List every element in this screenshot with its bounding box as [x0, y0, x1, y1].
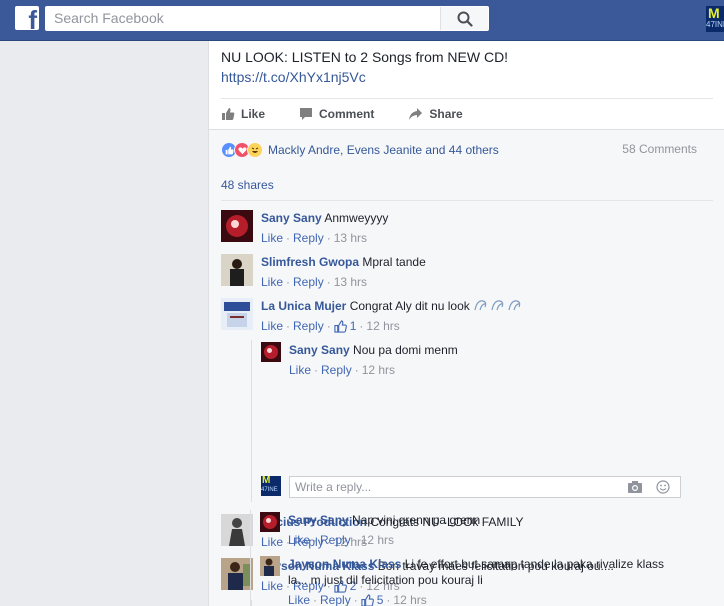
thumbs-up-icon: [334, 319, 347, 333]
thumbs-up-icon: [361, 593, 374, 606]
avatar[interactable]: [221, 514, 253, 546]
post-content: NU LOOK: LISTEN to 2 Songs from NEW CD! …: [221, 47, 508, 87]
comment-meta: Like · Reply · 1 · 12 hrs: [261, 318, 400, 334]
avatar[interactable]: [221, 254, 253, 286]
top-navigation-bar: f M 47INE: [0, 0, 724, 41]
share-icon: [409, 107, 423, 120]
shares-count-link[interactable]: 48 shares: [221, 178, 274, 192]
like-button[interactable]: Like: [221, 107, 265, 121]
comment-likes[interactable]: 1: [334, 318, 356, 334]
comment-author[interactable]: Jayson Numa Klass: [288, 557, 401, 571]
emoji-icon[interactable]: [656, 480, 670, 494]
thumbs-up-icon: [222, 107, 235, 120]
avatar[interactable]: [261, 342, 281, 362]
reply-link[interactable]: Reply: [321, 362, 352, 378]
reply-input-box: [289, 476, 681, 498]
comment-author[interactable]: Slimfresh Gwopa: [261, 255, 359, 269]
like-link[interactable]: Like: [288, 592, 310, 606]
comment-time[interactable]: 13 hrs: [334, 274, 367, 290]
avatar[interactable]: [221, 210, 253, 242]
comment-time[interactable]: 12 hrs: [366, 318, 399, 334]
comment-button[interactable]: Comment: [299, 107, 374, 121]
reply-link[interactable]: Reply: [293, 274, 324, 290]
reaction-summary[interactable]: Mackly Andre, Evens Jeanite and 44 other…: [221, 140, 499, 160]
current-user-avatar: M 47INE: [261, 476, 281, 496]
like-link[interactable]: Like: [261, 230, 283, 246]
post-actions: Like Comment Share: [221, 98, 713, 128]
share-button[interactable]: Share: [408, 107, 463, 121]
search-icon: [457, 11, 473, 27]
avatar[interactable]: [221, 298, 253, 330]
comment-time[interactable]: 12 hrs: [361, 532, 394, 548]
avatar[interactable]: [260, 512, 280, 532]
comment-author[interactable]: Sany Sany: [261, 211, 322, 225]
facebook-logo[interactable]: f: [15, 6, 39, 30]
post-link[interactable]: https://t.co/XhYx1nj5Vc: [221, 67, 508, 87]
comment-author[interactable]: Sany Sany: [288, 513, 349, 527]
like-link[interactable]: Like: [261, 534, 283, 550]
like-link[interactable]: Like: [261, 274, 283, 290]
reply-link[interactable]: Reply: [293, 318, 324, 334]
comment-meta: Like · Reply · 13 hrs: [261, 230, 368, 246]
reply-thread-line: [251, 340, 252, 502]
like-link[interactable]: Like: [289, 362, 311, 378]
reply-input[interactable]: [290, 477, 610, 497]
comment-text: Nou pa domi menm: [353, 343, 458, 357]
profile-avatar[interactable]: M 47INE: [706, 6, 724, 32]
comments-count-link[interactable]: 58 Comments: [622, 142, 697, 156]
avatar[interactable]: [260, 556, 280, 576]
search-button[interactable]: [440, 7, 488, 30]
comment-text: Li fe effort but samap tande la paka riv…: [404, 557, 664, 571]
comment-likes[interactable]: 5: [361, 592, 383, 606]
like-link[interactable]: Like: [261, 318, 283, 334]
comment-time[interactable]: 13 hrs: [334, 230, 367, 246]
reply-thread-line: [250, 510, 251, 606]
comment-meta: Like · Reply · 13 hrs: [261, 274, 368, 290]
like-link[interactable]: Like: [288, 532, 310, 548]
comment-text: Congrat Aly dit nu look: [349, 299, 470, 313]
comment-text: Nap vini grenn pa grenn: [352, 513, 481, 527]
haha-reaction-icon: [247, 142, 263, 158]
reaction-names[interactable]: Mackly Andre, Evens Jeanite and 44 other…: [268, 143, 499, 157]
comment-meta: Like · Reply · 12 hrs: [288, 532, 395, 548]
comment-text: Anmweyyyy: [324, 211, 389, 225]
reply-link[interactable]: Reply: [293, 230, 324, 246]
post-text: NU LOOK: LISTEN to 2 Songs from NEW CD!: [221, 49, 509, 65]
comment-icon: [300, 107, 313, 120]
comment-meta: Like · Reply · 5 · 12 hrs: [288, 592, 427, 606]
avatar[interactable]: [221, 558, 253, 590]
comment-author[interactable]: Sany Sany: [289, 343, 350, 357]
search-box: [45, 6, 489, 31]
comment-time[interactable]: 12 hrs: [362, 362, 395, 378]
like-link[interactable]: Like: [261, 578, 283, 594]
reply-thread-line: [251, 600, 252, 606]
search-input[interactable]: [46, 7, 436, 29]
comment-time[interactable]: 12 hrs: [393, 592, 426, 606]
comment-author[interactable]: La Unica Mujer: [261, 299, 346, 313]
reply-link[interactable]: Reply: [320, 532, 351, 548]
divider: [221, 200, 713, 201]
comment-meta: Like · Reply · 12 hrs: [289, 362, 396, 378]
reply-link[interactable]: Reply: [320, 592, 351, 606]
comment-text: Mpral tande: [362, 255, 426, 269]
waving-hands-emoji-icon: [474, 300, 521, 311]
camera-icon[interactable]: [627, 480, 643, 494]
comment-text-continued: la... m just dil felicitation pou kouraj…: [288, 573, 483, 587]
